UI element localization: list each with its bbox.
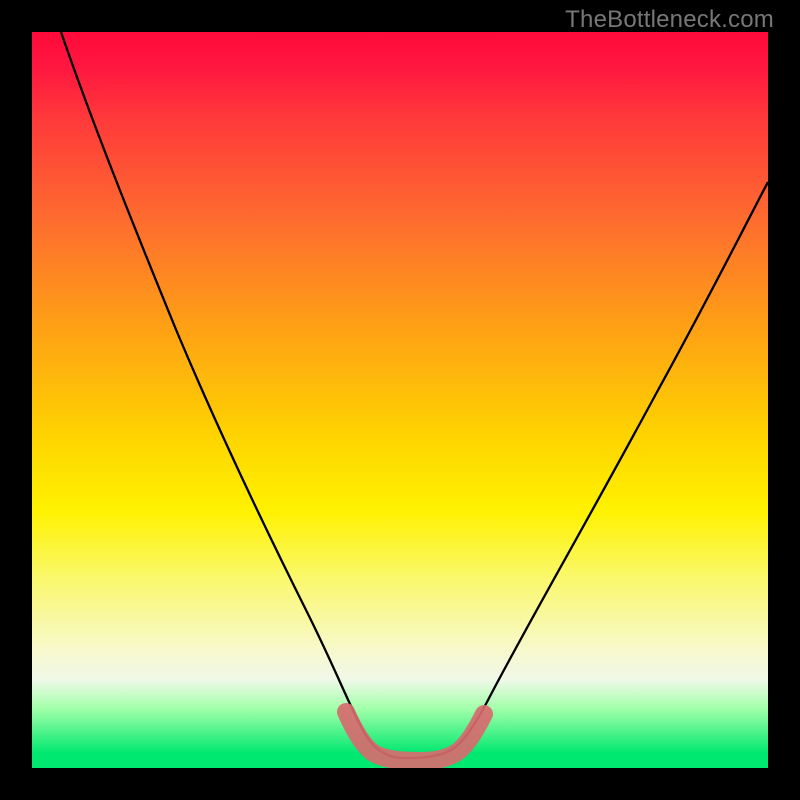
bottleneck-curve-svg [32, 32, 768, 768]
plot-area [32, 32, 768, 768]
bottleneck-curve [61, 32, 768, 758]
watermark-text: TheBottleneck.com [565, 6, 774, 34]
chart-frame: TheBottleneck.com [0, 0, 800, 800]
optimal-zone-highlight [346, 712, 484, 761]
